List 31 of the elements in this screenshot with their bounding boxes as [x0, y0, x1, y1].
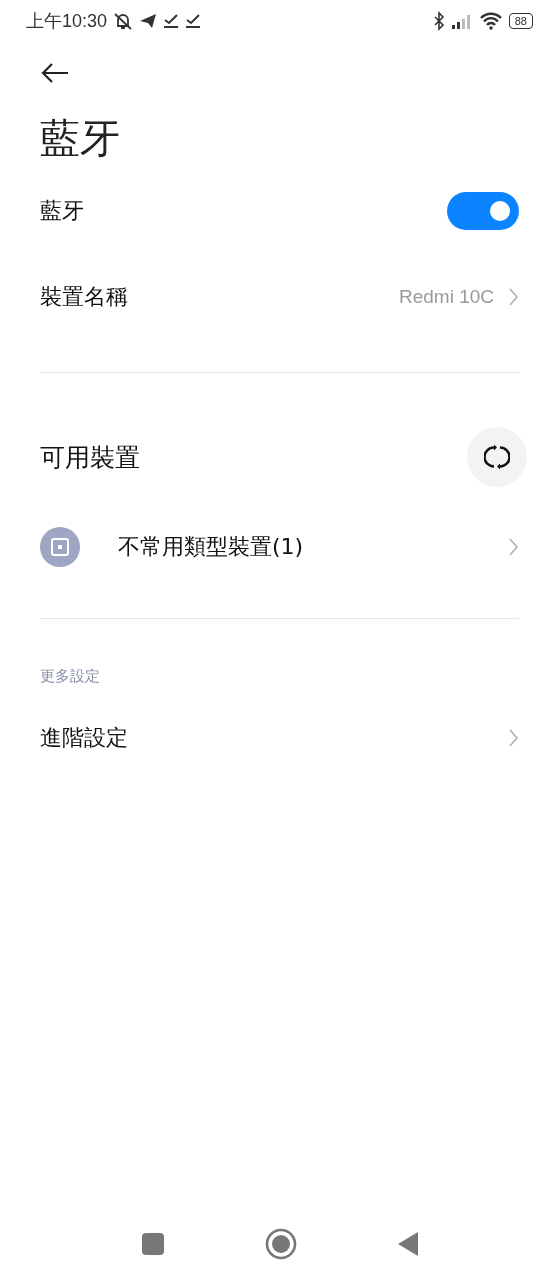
- setting-label: 裝置名稱: [40, 283, 128, 311]
- back-button-icon: [396, 1231, 419, 1257]
- section-title: 可用裝置: [40, 441, 140, 474]
- device-group-label: 不常用類型裝置(1): [118, 533, 304, 561]
- device-name-row[interactable]: 裝置名稱 Redmi 10C: [40, 254, 519, 340]
- section-header: 更多設定: [40, 667, 101, 686]
- chevron-right-icon: [508, 537, 519, 557]
- check-icon: [163, 13, 180, 29]
- setting-label: 藍牙: [40, 197, 84, 225]
- battery-indicator: 88: [508, 13, 533, 29]
- wifi-icon: [478, 12, 503, 30]
- home-button-icon: [264, 1228, 297, 1260]
- check-icon: [185, 13, 202, 29]
- settings-row[interactable]: 進階設定: [40, 708, 519, 768]
- chevron-right-icon: [508, 728, 519, 748]
- setting-value: Redmi 10C: [398, 286, 494, 308]
- toggle-switch[interactable]: [447, 192, 519, 230]
- back-arrow-icon: [40, 62, 70, 84]
- recents-button-icon: [140, 1232, 165, 1256]
- signal-icon: [450, 13, 473, 29]
- device-group-row[interactable]: 不常用類型裝置(1): [40, 518, 519, 576]
- device-icon: [40, 527, 80, 567]
- muted-bell-icon: [113, 12, 134, 30]
- chevron-right-icon: [508, 287, 519, 307]
- send-icon: [139, 13, 158, 29]
- refresh-icon: [484, 444, 510, 470]
- bluetooth-icon: [432, 11, 445, 31]
- status-time: 上午10:30: [26, 10, 108, 33]
- setting-label: 進階設定: [40, 724, 128, 752]
- back-button[interactable]: [40, 62, 70, 84]
- page-title: 藍牙: [40, 114, 121, 163]
